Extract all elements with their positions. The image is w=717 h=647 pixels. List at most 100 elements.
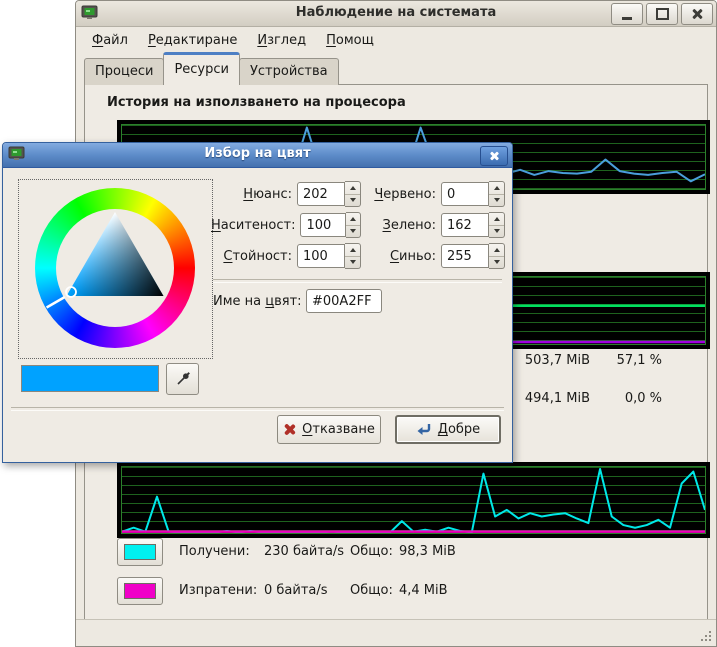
green-input[interactable]: 162 bbox=[441, 213, 489, 237]
close-button[interactable] bbox=[681, 3, 713, 25]
ok-button[interactable]: Добре bbox=[395, 415, 501, 444]
spin-up-icon bbox=[350, 248, 356, 252]
statusbar bbox=[76, 619, 716, 646]
spin-up-icon bbox=[350, 217, 356, 221]
sent-label: Изпратени: bbox=[179, 577, 257, 605]
saturation-value-triangle[interactable] bbox=[35, 188, 195, 348]
hue-marker bbox=[47, 297, 65, 308]
memory-value-row: 503,7 MiB 57,1 % bbox=[502, 353, 682, 371]
value-label: Стойност: bbox=[211, 249, 292, 264]
saturation-spinner[interactable] bbox=[346, 212, 361, 238]
menubar: Файл Редактиране Изглед Помощ bbox=[76, 27, 716, 53]
swap-size: 494,1 MiB bbox=[502, 391, 590, 406]
saturation-input[interactable]: 100 bbox=[300, 213, 346, 237]
received-legend-row: Получени: 230 байта/s Общо: 98,3 MiB bbox=[117, 538, 537, 566]
spin-up-icon bbox=[494, 186, 500, 190]
color-picker-dialog: Избор на цвят bbox=[2, 142, 513, 463]
fields-separator bbox=[213, 279, 502, 283]
sent-color-swatch bbox=[124, 583, 156, 599]
color-name-label: Име на цвят: bbox=[213, 294, 301, 309]
sent-legend-row: Изпратени: 0 байта/s Общо: 4,4 MiB bbox=[117, 577, 537, 605]
hue-label: Нюанс: bbox=[211, 187, 292, 202]
menu-edit[interactable]: Редактиране bbox=[140, 30, 245, 51]
saturation-label: Наситеност: bbox=[211, 218, 295, 233]
blue-row: Синьо: 255 bbox=[365, 243, 505, 269]
color-name-input[interactable]: #00A2FF bbox=[306, 289, 382, 313]
received-label: Получени: bbox=[179, 538, 250, 566]
swap-percent: 0,0 % bbox=[602, 391, 662, 406]
received-line bbox=[122, 469, 705, 532]
cancel-x-icon bbox=[283, 423, 296, 436]
cancel-button-label: Отказване bbox=[302, 422, 375, 437]
green-row: Зелено: 162 bbox=[365, 212, 505, 238]
minimize-button[interactable] bbox=[611, 3, 643, 25]
hue-input[interactable]: 202 bbox=[297, 182, 345, 206]
sent-total: 4,4 MiB bbox=[399, 577, 448, 605]
sent-rate: 0 байта/s bbox=[264, 577, 328, 605]
hue-row: Нюанс: 202 bbox=[211, 181, 361, 207]
resize-grip[interactable] bbox=[699, 629, 713, 643]
network-history-chart bbox=[117, 462, 710, 538]
rgb-fields: Червено: 0 Зелено: 162 Синьо: 255 bbox=[365, 181, 505, 269]
saturation-row: Наситеност: 100 bbox=[211, 212, 361, 238]
green-spinner[interactable] bbox=[489, 212, 505, 238]
received-total: 98,3 MiB bbox=[399, 538, 456, 566]
network-plot-area bbox=[121, 466, 706, 534]
received-rate: 230 байта/s bbox=[264, 538, 344, 566]
hsv-fields: Нюанс: 202 Наситеност: 100 Стойност: 100 bbox=[211, 181, 361, 269]
menu-help[interactable]: Помощ bbox=[318, 30, 382, 51]
spin-down-icon bbox=[350, 229, 356, 233]
value-input[interactable]: 100 bbox=[297, 244, 345, 268]
dialog-title: Избор на цвят bbox=[3, 146, 512, 161]
ok-button-label: Добре bbox=[438, 422, 480, 437]
minimize-icon bbox=[622, 17, 632, 20]
tab-resources[interactable]: Ресурси bbox=[163, 52, 240, 85]
menu-file[interactable]: Файл bbox=[84, 30, 136, 51]
red-label: Червено: bbox=[365, 187, 436, 202]
cancel-button[interactable]: Отказване bbox=[277, 415, 381, 444]
red-row: Червено: 0 bbox=[365, 181, 505, 207]
tabbar: Процеси Ресурси Устройства bbox=[84, 54, 338, 85]
eyedropper-button[interactable] bbox=[166, 363, 199, 395]
spin-down-icon bbox=[494, 260, 500, 264]
maximize-icon bbox=[656, 8, 669, 20]
spin-down-icon bbox=[350, 260, 356, 264]
blue-label: Синьо: bbox=[365, 249, 436, 264]
sent-total-label: Общо: bbox=[350, 577, 393, 605]
blue-input[interactable]: 255 bbox=[441, 244, 489, 268]
spin-down-icon bbox=[494, 229, 500, 233]
memory-size: 503,7 MiB bbox=[502, 353, 590, 368]
window-controls bbox=[611, 3, 713, 25]
swap-value-row: 494,1 MiB 0,0 % bbox=[502, 391, 682, 409]
hue-spinner[interactable] bbox=[345, 181, 361, 207]
received-color-button[interactable] bbox=[117, 538, 163, 566]
eyedropper-icon bbox=[175, 371, 191, 387]
red-input[interactable]: 0 bbox=[441, 182, 489, 206]
tab-processes[interactable]: Процеси bbox=[84, 58, 164, 85]
main-titlebar[interactable]: Наблюдение на системата bbox=[76, 1, 716, 27]
value-row: Стойност: 100 bbox=[211, 243, 361, 269]
spin-down-icon bbox=[494, 198, 500, 202]
color-wheel-box bbox=[18, 179, 213, 359]
blue-spinner[interactable] bbox=[489, 243, 505, 269]
color-name-row: Име на цвят: #00A2FF bbox=[213, 289, 382, 313]
value-spinner[interactable] bbox=[345, 243, 361, 269]
close-icon bbox=[691, 8, 703, 20]
dialog-titlebar[interactable]: Избор на цвят bbox=[3, 143, 512, 168]
received-total-label: Общо: bbox=[350, 538, 393, 566]
spin-down-icon bbox=[350, 198, 356, 202]
red-spinner[interactable] bbox=[489, 181, 505, 207]
sent-color-button[interactable] bbox=[117, 577, 163, 605]
color-preview-swatch bbox=[21, 365, 159, 392]
spin-up-icon bbox=[350, 186, 356, 190]
dialog-close-button[interactable] bbox=[480, 146, 508, 166]
maximize-button[interactable] bbox=[646, 3, 678, 25]
tab-devices[interactable]: Устройства bbox=[239, 58, 339, 85]
cpu-history-heading: История на използването на процесора bbox=[107, 95, 406, 110]
ok-enter-icon bbox=[416, 423, 432, 437]
actions-separator bbox=[11, 407, 504, 411]
menu-view[interactable]: Изглед bbox=[249, 30, 314, 51]
spin-up-icon bbox=[494, 217, 500, 221]
memory-percent: 57,1 % bbox=[602, 353, 662, 368]
received-color-swatch bbox=[124, 544, 156, 560]
